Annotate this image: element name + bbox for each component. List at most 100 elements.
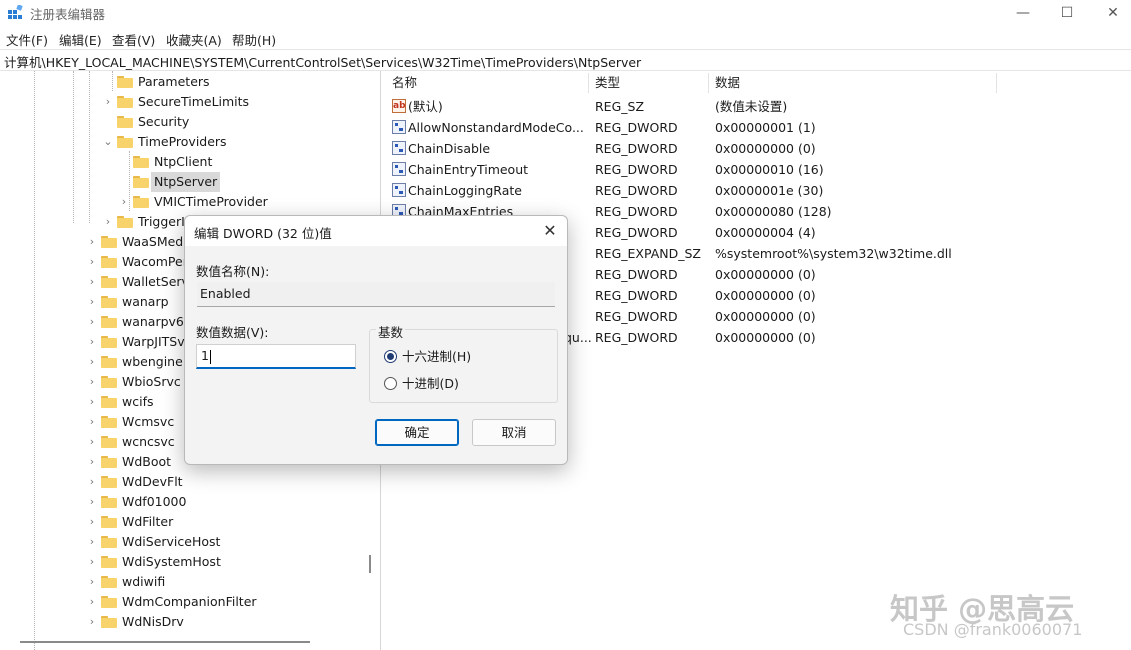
value-data: 0x00000010 (16) — [715, 162, 824, 177]
folder-icon — [101, 576, 117, 588]
chevron-right-icon[interactable]: › — [87, 432, 97, 452]
column-header-name[interactable]: 名称 — [386, 71, 588, 95]
chevron-right-icon[interactable]: › — [87, 252, 97, 272]
chevron-right-icon[interactable]: › — [87, 532, 97, 552]
folder-icon — [101, 536, 117, 548]
value-row[interactable]: ab (默认) REG_SZ (数值未设置) — [386, 96, 1131, 117]
tree-item-wdiservicehost[interactable]: › WdiServiceHost — [0, 532, 380, 552]
tree-item-label: Security — [138, 114, 190, 129]
chevron-right-icon[interactable]: › — [87, 492, 97, 512]
folder-icon — [101, 596, 117, 608]
tree-item-wdmcompanionfilter[interactable]: › WdmCompanionFilter — [0, 592, 380, 612]
close-icon[interactable]: ✕ — [537, 218, 563, 244]
chevron-right-icon[interactable]: › — [87, 292, 97, 312]
value-data: 0x00000000 (0) — [715, 309, 816, 324]
tree-item-wdnisdrv[interactable]: › WdNisDrv — [0, 612, 380, 632]
chevron-down-icon[interactable]: ⌄ — [103, 132, 113, 152]
window-title: 注册表编辑器 — [30, 7, 106, 22]
tree-item-wddevflt[interactable]: › WdDevFlt — [0, 472, 380, 492]
chevron-right-icon[interactable]: › — [119, 192, 129, 212]
tree-item-wdf01000[interactable]: › Wdf01000 — [0, 492, 380, 512]
minimize-button[interactable]: — — [1000, 0, 1046, 26]
decimal-radio-label[interactable]: 十进制(D) — [402, 375, 459, 393]
folder-icon — [101, 456, 117, 468]
tree-item-timeproviders[interactable]: ⌄ TimeProviders — [0, 132, 380, 152]
folder-icon — [117, 116, 133, 128]
value-data-input[interactable]: 1 — [196, 344, 356, 369]
tree-item-label: WdmCompanionFilter — [122, 594, 257, 609]
value-type: REG_DWORD — [595, 225, 678, 240]
tree-item-wdisystemhost[interactable]: › WdiSystemHost — [0, 552, 380, 572]
radio-selected-icon[interactable] — [384, 350, 397, 363]
chevron-right-icon[interactable]: › — [87, 332, 97, 352]
column-header-type[interactable]: 类型 — [589, 71, 705, 95]
ok-button[interactable]: 确定 — [375, 419, 459, 446]
chevron-right-icon[interactable]: › — [87, 412, 97, 432]
chevron-right-icon[interactable]: › — [87, 472, 97, 492]
folder-icon — [101, 476, 117, 488]
chevron-right-icon[interactable]: › — [87, 392, 97, 412]
address-path[interactable]: 计算机\HKEY_LOCAL_MACHINE\SYSTEM\CurrentCon… — [4, 52, 641, 71]
binary-value-icon — [392, 120, 406, 134]
menu-edit[interactable]: 编辑(E) — [59, 30, 102, 49]
menu-help[interactable]: 帮助(H) — [232, 30, 276, 49]
tree-item-securetimelimits[interactable]: › SecureTimeLimits — [0, 92, 380, 112]
tree-vertical-scrollbar[interactable] — [369, 555, 371, 573]
chevron-right-icon[interactable]: › — [103, 212, 113, 232]
chevron-right-icon[interactable]: › — [87, 352, 97, 372]
expand-arrow-icon[interactable] — [119, 152, 129, 172]
expand-arrow-icon[interactable] — [119, 172, 129, 192]
chevron-right-icon[interactable]: › — [87, 312, 97, 332]
tree-item-vmictimeprovider[interactable]: › VMICTimeProvider — [0, 192, 380, 212]
menu-favorites[interactable]: 收藏夹(A) — [166, 30, 222, 49]
expand-arrow-icon[interactable] — [103, 112, 113, 132]
chevron-right-icon[interactable]: › — [87, 552, 97, 572]
value-data: (数值未设置) — [715, 99, 788, 114]
tree-item-label: NtpClient — [154, 154, 213, 169]
folder-icon — [101, 236, 117, 248]
value-row[interactable]: ChainLoggingRate REG_DWORD 0x0000001e (3… — [386, 180, 1131, 201]
tree-item-parameters[interactable]: Parameters — [0, 72, 380, 92]
value-row[interactable]: ChainEntryTimeout REG_DWORD 0x00000010 (… — [386, 159, 1131, 180]
edit-dword-dialog: 编辑 DWORD (32 位)值 ✕ 数值名称(N): Enabled 数值数据… — [184, 215, 568, 465]
tree-item-security[interactable]: Security — [0, 112, 380, 132]
hex-radio-label[interactable]: 十六进制(H) — [402, 348, 471, 366]
cancel-button[interactable]: 取消 — [472, 419, 556, 446]
maximize-button[interactable]: ☐ — [1044, 0, 1090, 26]
value-row[interactable]: ChainDisable REG_DWORD 0x00000000 (0) — [386, 138, 1131, 159]
close-button[interactable]: ✕ — [1090, 0, 1131, 26]
tree-item-wdiwifi[interactable]: › wdiwifi — [0, 572, 380, 592]
title-bar: 注册表编辑器 — ☐ ✕ — [0, 0, 1131, 26]
radio-unselected-icon[interactable] — [384, 377, 397, 390]
tree-horizontal-scrollbar[interactable] — [20, 641, 310, 643]
chevron-right-icon[interactable]: › — [87, 572, 97, 592]
chevron-right-icon[interactable]: › — [87, 512, 97, 532]
folder-icon — [101, 296, 117, 308]
folder-icon — [101, 556, 117, 568]
menu-view[interactable]: 查看(V) — [112, 30, 155, 49]
menu-file[interactable]: 文件(F) — [6, 30, 48, 49]
value-data: 0x00000004 (4) — [715, 225, 816, 240]
chevron-right-icon[interactable]: › — [87, 612, 97, 632]
value-data: 0x00000080 (128) — [715, 204, 832, 219]
value-name-label: 数值名称(N): — [196, 264, 270, 279]
value-type: REG_DWORD — [595, 162, 678, 177]
value-type: REG_EXPAND_SZ — [595, 246, 701, 261]
chevron-right-icon[interactable]: › — [87, 272, 97, 292]
chevron-right-icon[interactable]: › — [87, 372, 97, 392]
column-header-data[interactable]: 数据 — [709, 71, 995, 95]
watermark-csdn: CSDN @frank0060071 — [903, 620, 1083, 639]
value-row[interactable]: AllowNonstandardModeCo... REG_DWORD 0x00… — [386, 117, 1131, 138]
address-bar[interactable]: 计算机\HKEY_LOCAL_MACHINE\SYSTEM\CurrentCon… — [0, 49, 1131, 71]
tree-item-ntpclient[interactable]: NtpClient — [0, 152, 380, 172]
folder-icon — [101, 356, 117, 368]
chevron-right-icon[interactable]: › — [87, 232, 97, 252]
expand-arrow-icon[interactable] — [103, 72, 113, 92]
chevron-right-icon[interactable]: › — [87, 592, 97, 612]
value-type: REG_DWORD — [595, 309, 678, 324]
column-divider[interactable] — [996, 73, 997, 93]
tree-item-wdfilter[interactable]: › WdFilter — [0, 512, 380, 532]
chevron-right-icon[interactable]: › — [103, 92, 113, 112]
chevron-right-icon[interactable]: › — [87, 452, 97, 472]
tree-item-ntpserver[interactable]: NtpServer — [0, 172, 380, 192]
